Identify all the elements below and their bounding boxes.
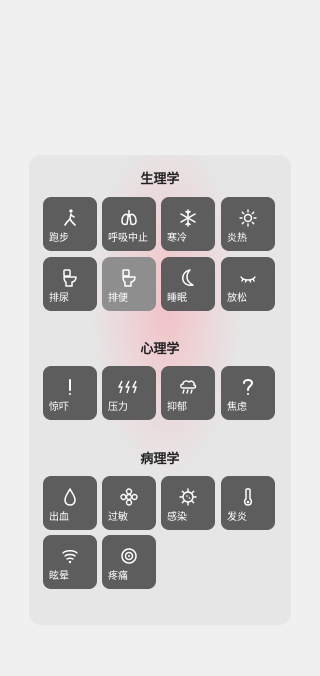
toilet-icon <box>102 267 156 289</box>
drop-icon <box>43 486 97 508</box>
tile-sleep[interactable]: 睡眠 <box>161 257 215 311</box>
tile-dizziness[interactable]: 眩晕 <box>43 535 97 589</box>
tile-anxiety[interactable]: 焦虑 <box>221 366 275 420</box>
moon-icon <box>161 267 215 289</box>
tile-label: 呼吸中止 <box>108 233 148 244</box>
tile-stress[interactable]: 压力 <box>102 366 156 420</box>
pain-target-icon <box>102 545 156 567</box>
tile-relax[interactable]: 放松 <box>221 257 275 311</box>
sun-icon <box>221 207 275 229</box>
tile-label: 出血 <box>49 512 69 523</box>
screen: 生理学 跑步 呼吸中止 寒冷 炎热 排尿 排便 睡眠 放松 心理学 惊吓 压力 … <box>0 0 320 676</box>
lightning-icon <box>102 376 156 398</box>
closed-eye-icon <box>221 267 275 289</box>
tile-inflammation[interactable]: 发炎 <box>221 476 275 530</box>
tile-label: 跑步 <box>49 233 69 244</box>
tile-label: 睡眠 <box>167 293 187 304</box>
tile-cold[interactable]: 寒冷 <box>161 197 215 251</box>
tile-label: 感染 <box>167 512 187 523</box>
snowflake-icon <box>161 207 215 229</box>
runner-icon <box>43 207 97 229</box>
tile-allergy[interactable]: 过敏 <box>102 476 156 530</box>
virus-icon <box>161 486 215 508</box>
section-title-pathology: 病理学 <box>140 452 180 467</box>
tile-heat[interactable]: 炎热 <box>221 197 275 251</box>
tile-label: 排尿 <box>49 293 69 304</box>
tile-bleeding[interactable]: 出血 <box>43 476 97 530</box>
rain-cloud-icon <box>161 376 215 398</box>
tile-label: 寒冷 <box>167 233 187 244</box>
lungs-icon <box>102 207 156 229</box>
dizzy-icon <box>43 545 97 567</box>
tile-label: 眩晕 <box>49 571 69 582</box>
tile-label: 压力 <box>108 402 128 413</box>
tile-apnea[interactable]: 呼吸中止 <box>102 197 156 251</box>
tile-defecation[interactable]: 排便 <box>102 257 156 311</box>
tile-label: 炎热 <box>227 233 247 244</box>
flower-icon <box>102 486 156 508</box>
symptom-panel: 生理学 跑步 呼吸中止 寒冷 炎热 排尿 排便 睡眠 放松 心理学 惊吓 压力 … <box>29 155 291 625</box>
tile-label: 抑郁 <box>167 402 187 413</box>
tile-label: 放松 <box>227 293 247 304</box>
section-title-physiology: 生理学 <box>140 172 180 187</box>
tile-label: 疼痛 <box>108 571 128 582</box>
tile-label: 过敏 <box>108 512 128 523</box>
tile-label: 焦虑 <box>227 402 247 413</box>
thermometer-icon <box>221 486 275 508</box>
tile-label: 排便 <box>108 293 128 304</box>
tile-running[interactable]: 跑步 <box>43 197 97 251</box>
tile-depression[interactable]: 抑郁 <box>161 366 215 420</box>
tile-label: 发炎 <box>227 512 247 523</box>
tile-label: 惊吓 <box>49 402 69 413</box>
tile-infection[interactable]: 感染 <box>161 476 215 530</box>
toilet-icon <box>43 267 97 289</box>
question-icon <box>221 376 275 398</box>
section-title-psychology: 心理学 <box>140 342 180 357</box>
exclamation-icon <box>43 376 97 398</box>
tile-pain[interactable]: 疼痛 <box>102 535 156 589</box>
tile-urination[interactable]: 排尿 <box>43 257 97 311</box>
tile-fright[interactable]: 惊吓 <box>43 366 97 420</box>
